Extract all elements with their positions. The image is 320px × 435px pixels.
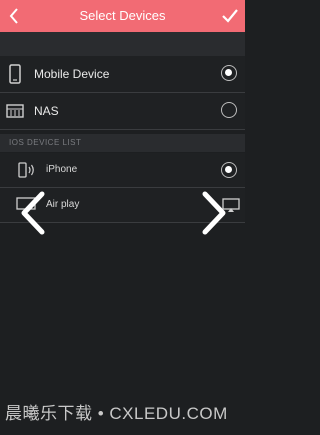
watermark-text: 晨曦乐下载 • CXLEDU.COM (5, 404, 228, 423)
radio-nas[interactable] (221, 102, 237, 118)
nas-icon (6, 104, 24, 118)
phone-icon (9, 64, 21, 84)
device-label-mobile: Mobile Device (34, 67, 110, 81)
device-label-nas: NAS (34, 104, 59, 118)
device-row-nas[interactable]: NAS (0, 93, 245, 130)
page-title: Select Devices (79, 8, 166, 23)
iphone-signal-icon (18, 162, 34, 178)
chevron-right-icon[interactable] (199, 190, 229, 236)
section-spacer (0, 32, 245, 56)
ios-section-header: IOS DEVICE LIST (0, 134, 245, 152)
ios-label-airplay: Air play (46, 199, 80, 210)
device-row-mobile[interactable]: Mobile Device (0, 56, 245, 93)
chevron-left-icon[interactable] (18, 190, 48, 236)
check-icon[interactable] (220, 6, 240, 26)
ios-label-iphone: iPhone (46, 164, 78, 175)
ios-section-title: IOS DEVICE LIST (9, 138, 82, 147)
ios-row-iphone[interactable]: iPhone (0, 153, 245, 188)
radio-iphone-selected[interactable] (221, 162, 237, 178)
top-bar: Select Devices (0, 0, 245, 32)
radio-mobile-selected[interactable] (221, 65, 237, 81)
